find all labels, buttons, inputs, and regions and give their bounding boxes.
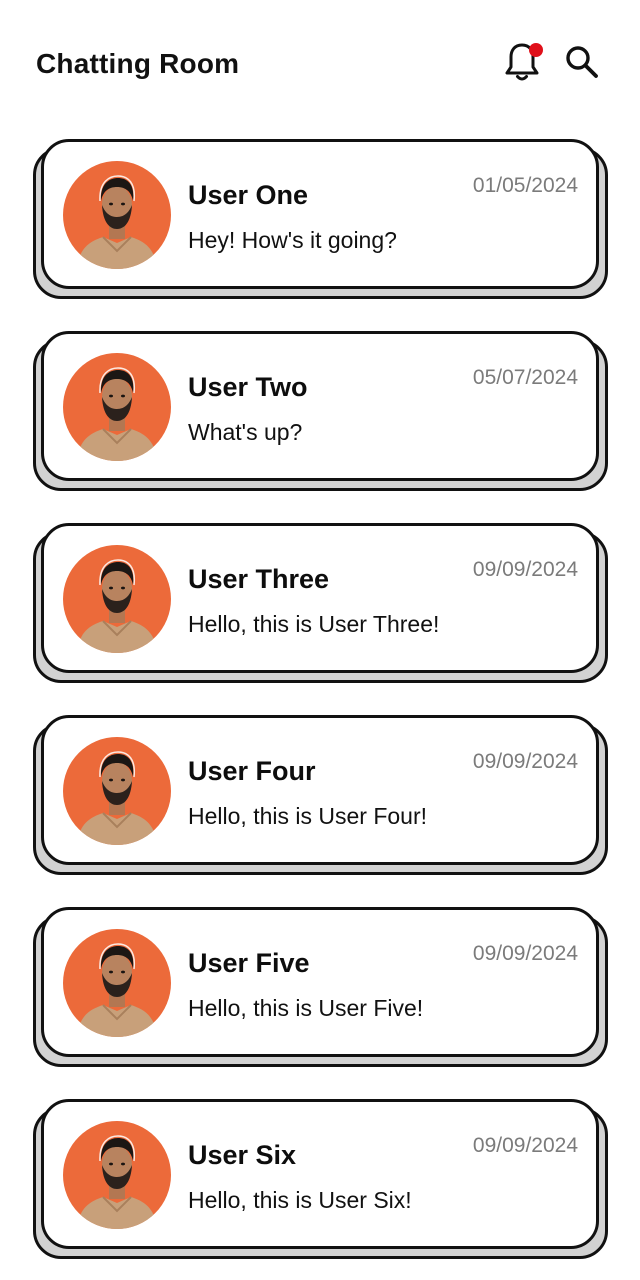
- chat-app: Chatting Room User One 01/05/2024 Hey! H…: [0, 0, 640, 1280]
- chat-item: User One 01/05/2024 Hey! How's it going?: [33, 139, 608, 301]
- chat-item: User Three 09/09/2024 Hello, this is Use…: [33, 523, 608, 685]
- chat-date: 09/09/2024: [472, 942, 578, 965]
- user-avatar-image: [77, 1135, 157, 1229]
- chat-card[interactable]: User Two 05/07/2024 What's up?: [41, 331, 599, 481]
- chat-date: 05/07/2024: [472, 366, 578, 389]
- avatar: [63, 161, 171, 269]
- user-avatar-image: [77, 175, 157, 269]
- chat-user-name: User Three: [188, 564, 330, 594]
- chat-last-message: What's up?: [188, 419, 303, 445]
- chat-card[interactable]: User Six 09/09/2024 Hello, this is User …: [41, 1099, 599, 1249]
- chat-user-name: User Five: [188, 948, 310, 978]
- user-avatar-image: [77, 367, 157, 461]
- search-button[interactable]: [558, 40, 606, 88]
- chat-last-message: Hello, this is User Five!: [188, 995, 424, 1021]
- chat-card[interactable]: User Four 09/09/2024 Hello, this is User…: [41, 715, 599, 865]
- user-avatar-image: [77, 943, 157, 1037]
- chat-user-name: User One: [188, 180, 309, 210]
- chat-last-message: Hello, this is User Six!: [188, 1187, 412, 1213]
- chat-date: 09/09/2024: [472, 1134, 578, 1157]
- avatar: [63, 1121, 171, 1229]
- app-header: Chatting Room: [0, 0, 640, 130]
- chat-date: 09/09/2024: [472, 750, 578, 773]
- chat-last-message: Hello, this is User Three!: [188, 611, 440, 637]
- chat-card[interactable]: User One 01/05/2024 Hey! How's it going?: [41, 139, 599, 289]
- chat-last-message: Hello, this is User Four!: [188, 803, 428, 829]
- user-avatar-image: [77, 559, 157, 653]
- chat-date: 09/09/2024: [472, 558, 578, 581]
- chat-user-name: User Two: [188, 372, 308, 402]
- notification-dot: [529, 43, 543, 57]
- chat-item: User Two 05/07/2024 What's up?: [33, 331, 608, 493]
- chat-user-name: User Four: [188, 756, 316, 786]
- chat-card[interactable]: User Three 09/09/2024 Hello, this is Use…: [41, 523, 599, 673]
- avatar: [63, 737, 171, 845]
- chat-item: User Five 09/09/2024 Hello, this is User…: [33, 907, 608, 1069]
- page-title: Chatting Room: [36, 48, 240, 79]
- chat-item: User Four 09/09/2024 Hello, this is User…: [33, 715, 608, 877]
- chat-date: 01/05/2024: [472, 174, 578, 197]
- search-icon: [564, 44, 600, 85]
- chat-item: User Six 09/09/2024 Hello, this is User …: [33, 1099, 608, 1261]
- chat-last-message: Hey! How's it going?: [188, 227, 397, 253]
- avatar: [63, 929, 171, 1037]
- notifications-button[interactable]: [498, 40, 546, 88]
- user-avatar-image: [77, 751, 157, 845]
- avatar: [63, 545, 171, 653]
- chat-user-name: User Six: [188, 1140, 297, 1170]
- avatar: [63, 353, 171, 461]
- chat-card[interactable]: User Five 09/09/2024 Hello, this is User…: [41, 907, 599, 1057]
